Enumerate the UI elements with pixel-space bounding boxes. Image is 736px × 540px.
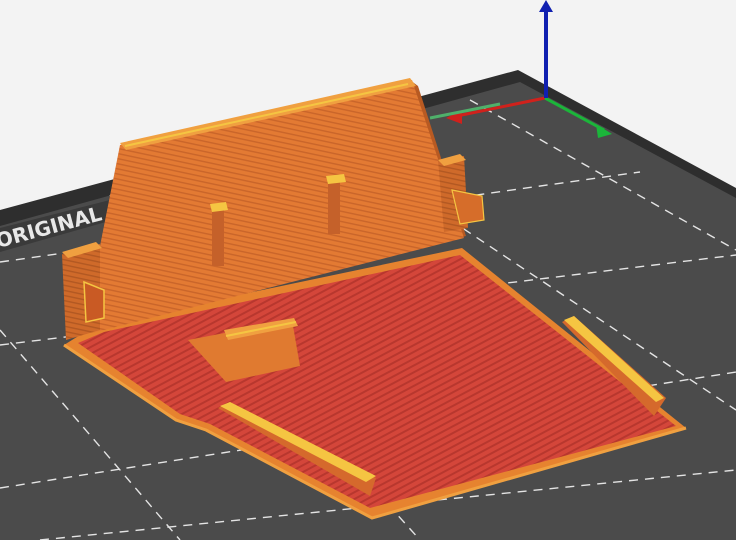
z-axis-arrow-icon xyxy=(539,0,553,12)
3d-viewport[interactable]: ORIGINAL xyxy=(0,0,736,540)
rib-center xyxy=(328,176,340,234)
left-slot xyxy=(83,280,105,323)
scene-canvas: ORIGINAL xyxy=(0,0,736,540)
rib-left xyxy=(212,204,224,266)
